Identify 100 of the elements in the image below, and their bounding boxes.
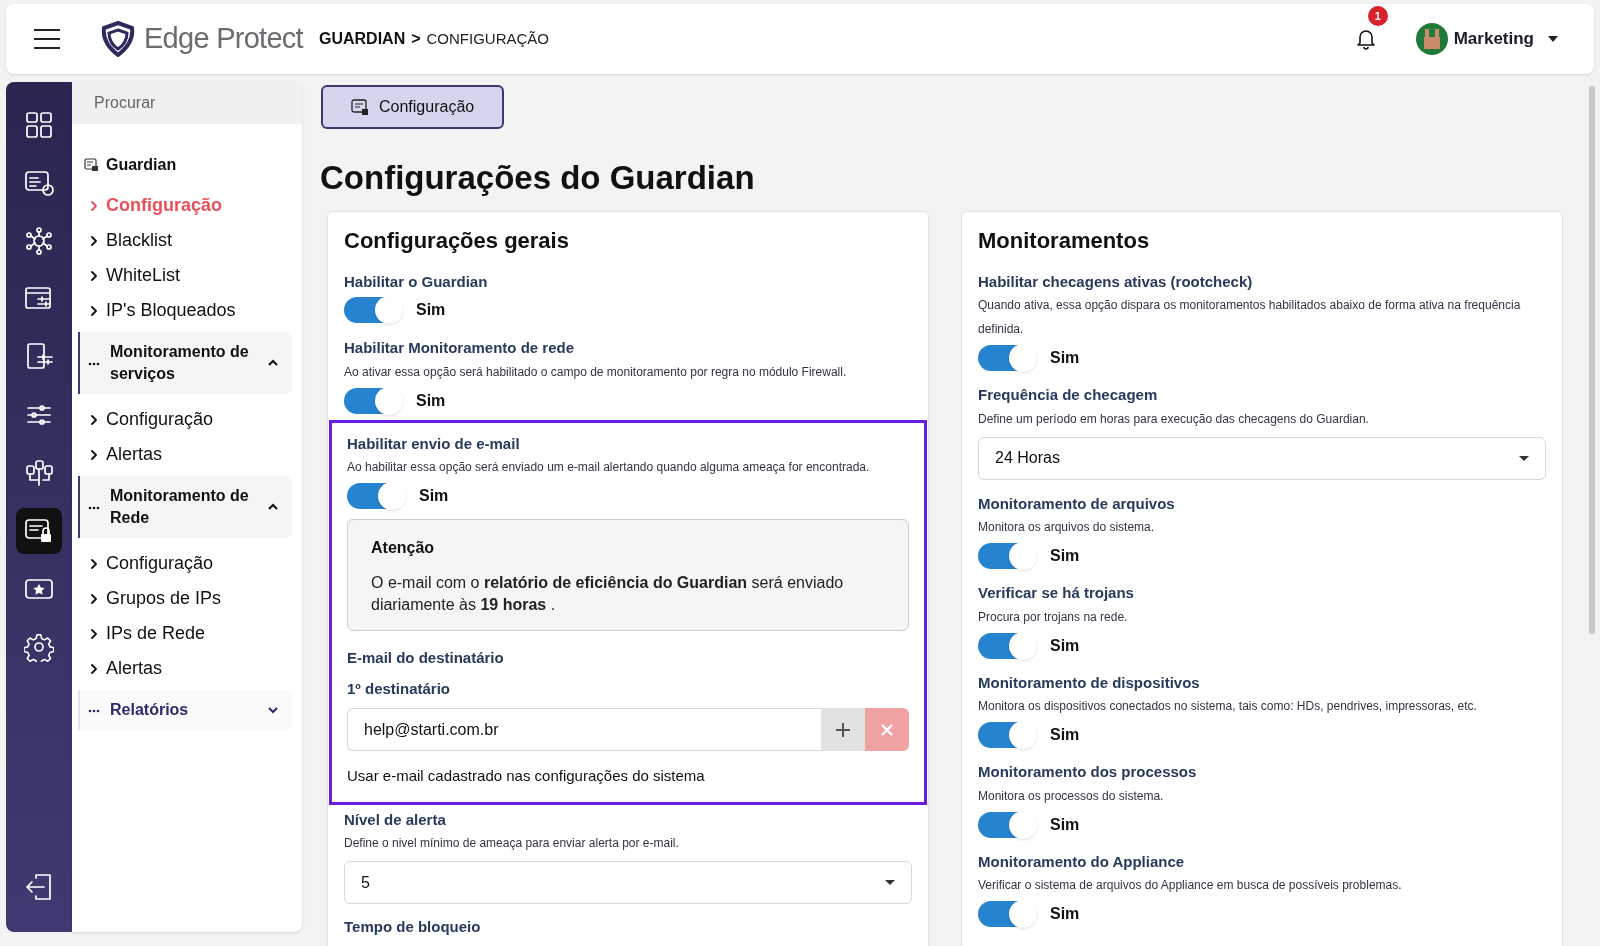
field-description: Verificar o sistema de arquivos do Appliance em busca de possíveis problemas.	[978, 877, 1403, 894]
toggle-value: Sim	[1050, 814, 1080, 835]
sidebar-item[interactable]: Configuração	[78, 546, 296, 581]
plus-icon	[836, 722, 850, 737]
field-label: Monitoramento de dispositivos	[978, 672, 1201, 693]
email-input[interactable]: help@starti.com.br	[347, 708, 821, 751]
field-description: Monitora os arquivos do sistema.	[978, 519, 1156, 536]
field-label: Tempo de bloqueio	[344, 917, 482, 937]
field-description: Ao ativar essa opção será habilitado o campo de monitoramento por regra no módulo Firewall.	[344, 363, 848, 381]
field-label: Frequência de checagem	[978, 385, 1159, 405]
grid-icon	[24, 110, 54, 140]
field-label: Habilitar Monitoramento de rede	[344, 338, 576, 358]
toggle-value: Sim	[416, 300, 446, 320]
chevron-right-icon	[90, 558, 98, 569]
chevron-up-icon	[268, 503, 278, 511]
scrollbar-thumb[interactable]	[1589, 86, 1595, 634]
chevron-right-icon	[90, 593, 98, 604]
toggle-value: Sim	[419, 486, 449, 506]
breadcrumb-current: CONFIGURAÇÃO	[426, 28, 550, 49]
field-label: 1º destinatário	[347, 678, 451, 699]
chevron-right-icon	[90, 235, 98, 246]
caret-icon	[1519, 455, 1529, 461]
bell-icon[interactable]	[1355, 28, 1376, 50]
card-title: Configurações gerais	[343, 226, 570, 255]
field-label: Habilitar checagens ativas (rootcheck)	[978, 271, 1254, 292]
toggle-value: Sim	[1050, 546, 1080, 566]
field-label: Monitoramento do Appliance	[978, 851, 1186, 872]
field-description: Ao habilitar essa opção será enviado um e-mail alertando quando alguma ameaça for encontrada.	[347, 459, 871, 476]
sidebar-item[interactable]: Alertas	[78, 651, 296, 686]
field-label: Monitoramento de arquivos	[978, 493, 1176, 514]
notice-title: Atenção	[371, 538, 436, 558]
field-description: Quando ativa, essa opção dispara os monitoramentos habilitados abaixo de forma ativa na frequência definida.	[978, 297, 1522, 338]
sidebar-item[interactable]: IP's Bloqueados	[78, 293, 296, 328]
sidebar-item[interactable]: WhiteList	[78, 258, 296, 293]
field-label: Monitoramento dos processos	[978, 762, 1198, 782]
toggle-value: Sim	[1050, 348, 1080, 368]
chevron-up-icon	[268, 359, 278, 367]
device-sliders-icon	[24, 342, 54, 372]
field-label: Habilitar o Guardian	[344, 271, 489, 292]
nav-document-lock-button[interactable]	[16, 508, 62, 554]
notification-badge: 1	[1367, 6, 1388, 26]
toggle-switch[interactable]	[978, 345, 1036, 371]
field-description: Procura por trojans na rede.	[978, 608, 1129, 626]
sidebar-item[interactable]: IPs de Rede	[78, 616, 296, 651]
chevron-right-icon	[90, 449, 98, 460]
module-title: Guardian	[106, 155, 177, 175]
search-field[interactable]: Procurar	[72, 82, 302, 124]
shield-logo-icon	[100, 21, 136, 57]
field-label: E-mail do destinatário	[347, 648, 505, 668]
sidebar-group-header[interactable]: Relatórios	[78, 690, 292, 730]
chevron-down-icon	[268, 706, 278, 714]
sidebar-group-header[interactable]: Monitoramento de serviços	[78, 332, 292, 394]
field-description: Monitora os processos do sistema.	[978, 787, 1165, 805]
sidebar-item[interactable]: Configuração	[78, 188, 296, 223]
field-description: Define o nivel mínimo de ameaça para enviar alerta por e-mail.	[344, 835, 680, 852]
user-name[interactable]: Marketing	[1453, 26, 1534, 52]
caret-icon	[885, 880, 895, 885]
toggle-value: Sim	[1050, 904, 1080, 924]
field-label: Nível de alerta	[344, 809, 447, 830]
chevron-right-icon	[90, 663, 98, 674]
avatar-icon[interactable]	[1415, 23, 1448, 55]
document-lock-icon	[351, 98, 369, 116]
page-title: Configurações do Guardian	[320, 158, 756, 198]
sidebar-item[interactable]: Alertas	[78, 437, 296, 472]
field-description: Define um período em horas para execução das checagens do Guardian.	[978, 410, 1370, 428]
network-icon	[24, 226, 54, 256]
system-email-option[interactable]: Usar e-mail cadastrado nas configurações do sistema	[347, 765, 909, 788]
close-icon	[881, 723, 893, 736]
add-button[interactable]	[821, 708, 865, 751]
sidebar-item[interactable]: Configuração	[78, 402, 296, 437]
notice-text: O e-mail com o relatório de eficiência do Guardian será enviado diariamente às 19 horas .	[371, 573, 845, 615]
select-field[interactable]: 24 Horas	[978, 436, 1546, 480]
sidebar-item[interactable]: Grupos de IPs	[78, 581, 296, 616]
select-field[interactable]: 5	[344, 861, 912, 904]
menu-icon[interactable]	[34, 29, 60, 49]
toggle-value: Sim	[416, 390, 446, 411]
chevron-right-icon	[90, 414, 98, 425]
field-label: Verificar se há trojans	[978, 583, 1135, 603]
chevron-right-icon	[90, 628, 98, 639]
toggle-switch[interactable]	[344, 387, 402, 414]
toggle-switch[interactable]	[347, 483, 405, 509]
toggle-switch[interactable]	[978, 543, 1036, 569]
logout-icon[interactable]	[24, 872, 54, 902]
document-lock-icon	[84, 158, 98, 172]
sidebar-item[interactable]: Blacklist	[78, 223, 296, 258]
breadcrumb-separator: >	[411, 29, 421, 49]
toggle-switch[interactable]	[978, 722, 1036, 748]
breadcrumb-parent[interactable]: GUARDIAN	[318, 27, 406, 51]
configuration-tab[interactable]: Configuração	[321, 85, 505, 129]
chevron-right-icon	[90, 305, 98, 316]
sidebar-group-header[interactable]: Monitoramento de Rede	[78, 476, 292, 538]
hierarchy-icon	[24, 458, 54, 488]
toggle-switch[interactable]	[978, 811, 1036, 838]
caret-icon[interactable]	[1548, 36, 1558, 42]
toggle-switch[interactable]	[978, 901, 1036, 927]
toggle-switch[interactable]	[344, 297, 402, 323]
chevron-right-icon	[90, 270, 98, 281]
logo-text: Edge Protect	[144, 21, 303, 57]
field-description: Monitora os dispositivos conectados no sistema, tais como: HDs, pendrives, impressoras, etc.	[978, 698, 1478, 715]
toggle-switch[interactable]	[978, 632, 1036, 659]
